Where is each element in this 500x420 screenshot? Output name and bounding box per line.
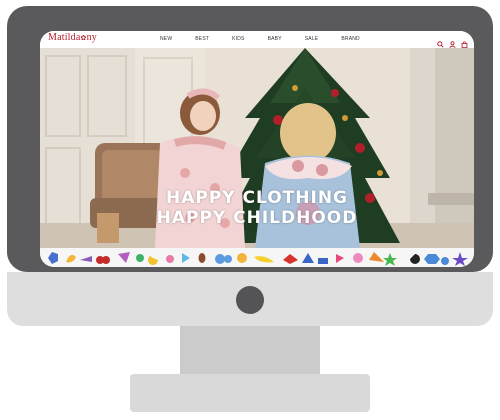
monitor-screen: Matilda✿ny NEW BEST KIDS BABY SALE BRAND bbox=[40, 31, 474, 267]
hero-headline-line1: HAPPY CLOTHING bbox=[165, 188, 349, 208]
monitor-stand-neck bbox=[180, 326, 320, 376]
power-button-icon[interactable] bbox=[236, 286, 264, 314]
hero-banner[interactable]: HAPPY CLOTHING HAPPY CHILDHOOD bbox=[40, 48, 474, 248]
nav-item-baby[interactable]: BABY bbox=[268, 36, 282, 42]
decorative-shapes-strip bbox=[40, 248, 474, 267]
main-nav: NEW BEST KIDS BABY SALE BRAND bbox=[160, 36, 383, 42]
bag-icon[interactable] bbox=[461, 35, 468, 49]
nav-item-sale[interactable]: SALE bbox=[305, 36, 319, 42]
logo-text: Matilda bbox=[48, 32, 81, 43]
header-icons bbox=[437, 35, 468, 49]
brand-logo[interactable]: Matilda✿ny bbox=[48, 32, 97, 43]
site-header: Matilda✿ny NEW BEST KIDS BABY SALE BRAND bbox=[40, 31, 474, 49]
nav-item-brand[interactable]: BRAND bbox=[341, 36, 360, 42]
search-icon[interactable] bbox=[437, 35, 444, 48]
hero-headline-line2: HAPPY CHILDHOOD bbox=[156, 208, 358, 228]
user-icon[interactable] bbox=[449, 35, 456, 48]
logo-text-tail: ny bbox=[86, 32, 97, 43]
nav-item-kids[interactable]: KIDS bbox=[232, 36, 244, 42]
monitor-stand-base bbox=[130, 374, 370, 412]
nav-item-new[interactable]: NEW bbox=[160, 36, 172, 42]
colorful-shapes-icon bbox=[48, 252, 468, 266]
nav-item-best[interactable]: BEST bbox=[195, 36, 209, 42]
